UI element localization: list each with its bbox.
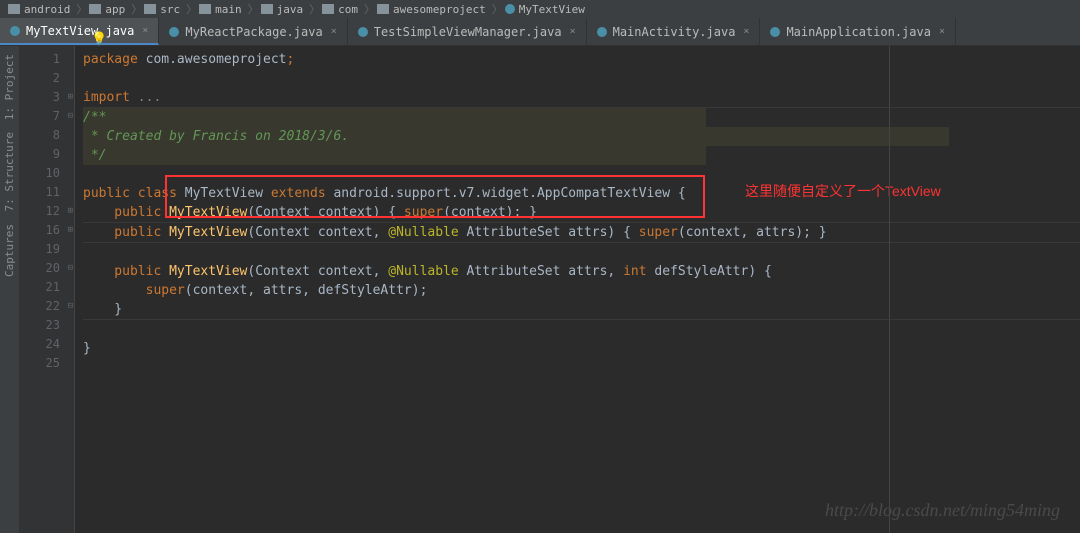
line-number[interactable]: 8 — [20, 126, 74, 145]
tab-label: TestSimpleViewManager.java — [374, 25, 562, 39]
breadcrumb-item[interactable]: java — [261, 3, 304, 16]
line-number[interactable]: 2 — [20, 69, 74, 88]
chevron-right-icon: 〉 — [492, 1, 503, 17]
line-number[interactable]: 22⊟ — [20, 297, 74, 316]
code-line: super(context, attrs, defStyleAttr); — [83, 281, 1080, 300]
breadcrumb-item[interactable]: android — [8, 3, 70, 16]
code-line: * Created by Francis on 2018/3/6. — [83, 127, 1080, 146]
sidebar-tool-structure[interactable]: 7: Structure — [3, 132, 16, 211]
line-number[interactable]: 12⊞ — [20, 202, 74, 221]
tab-testsimpleviewmanager[interactable]: TestSimpleViewManager.java × — [348, 18, 587, 45]
code-line: public MyTextView(Context context, @Null… — [83, 262, 1080, 281]
breadcrumb-item[interactable]: MyTextView — [505, 3, 585, 16]
fold-icon[interactable]: ⊞ — [68, 202, 73, 221]
code-line: } — [83, 300, 1080, 320]
tab-myreactpackage[interactable]: MyReactPackage.java × — [159, 18, 347, 45]
chevron-right-icon: 〉 — [131, 1, 142, 17]
line-number[interactable]: 25 — [20, 354, 74, 373]
close-icon[interactable]: × — [570, 26, 576, 37]
code-line: /** — [83, 108, 1080, 127]
chevron-right-icon: 〉 — [76, 1, 87, 17]
annotation-text: 这里随便自定义了一个TextView — [745, 181, 941, 201]
breadcrumb-item[interactable]: main — [199, 3, 242, 16]
chevron-right-icon: 〉 — [186, 1, 197, 17]
tab-label: MainActivity.java — [613, 25, 736, 39]
close-icon[interactable]: × — [331, 26, 337, 37]
class-icon — [597, 27, 607, 37]
watermark: http://blog.csdn.net/ming54ming — [825, 500, 1060, 521]
chevron-right-icon: 〉 — [309, 1, 320, 17]
breadcrumb-item[interactable]: src — [144, 3, 180, 16]
code-line: */ — [83, 146, 1080, 165]
code-line: public MyTextView(Context context, @Null… — [83, 223, 1080, 243]
folder-icon — [144, 4, 156, 14]
line-number[interactable]: 24 — [20, 335, 74, 354]
editor-tabs: MyTextView.java × MyReactPackage.java × … — [0, 18, 1080, 46]
folder-icon — [199, 4, 211, 14]
line-number[interactable]: 3⊞ — [20, 88, 74, 107]
fold-icon[interactable]: ⊞ — [68, 221, 73, 240]
line-number[interactable]: 20⊟ — [20, 259, 74, 278]
class-icon — [770, 27, 780, 37]
class-icon — [505, 4, 515, 14]
tab-label: MyReactPackage.java — [185, 25, 322, 39]
tab-mainapplication[interactable]: MainApplication.java × — [760, 18, 956, 45]
folder-icon — [377, 4, 389, 14]
code-line: } — [83, 339, 1080, 358]
tab-label: MyTextView.java — [26, 24, 134, 38]
class-icon — [169, 27, 179, 37]
class-icon — [10, 26, 20, 36]
breadcrumb: android 〉 app 〉 src 〉 main 〉 java 〉 com … — [0, 0, 1080, 18]
class-icon — [358, 27, 368, 37]
line-number[interactable]: 1 — [20, 50, 74, 69]
close-icon[interactable]: × — [142, 25, 148, 36]
tab-label: MainApplication.java — [786, 25, 931, 39]
fold-icon[interactable]: ⊟ — [68, 107, 73, 126]
lightbulb-icon[interactable]: 💡 — [91, 32, 107, 47]
close-icon[interactable]: × — [743, 26, 749, 37]
code-line: import ... — [83, 88, 1080, 108]
code-line: public MyTextView(Context context) { sup… — [83, 203, 1080, 223]
chevron-right-icon: 〉 — [248, 1, 259, 17]
chevron-right-icon: 〉 — [364, 1, 375, 17]
fold-icon[interactable]: ⊟ — [68, 297, 73, 316]
folder-icon — [8, 4, 20, 14]
line-number[interactable]: 21 — [20, 278, 74, 297]
line-number[interactable]: 23 — [20, 316, 74, 335]
gutter: 1 2 3⊞ 7⊟ 8 9 10 11 12⊞ 16⊞ 19 20⊟ 21 22… — [20, 46, 75, 533]
line-number[interactable]: 7⊟ — [20, 107, 74, 126]
folder-icon — [261, 4, 273, 14]
code-line — [83, 358, 1080, 377]
line-number[interactable]: 10 — [20, 164, 74, 183]
breadcrumb-item[interactable]: com — [322, 3, 358, 16]
line-number[interactable]: 19 — [20, 240, 74, 259]
folder-icon — [322, 4, 334, 14]
code-line — [83, 320, 1080, 339]
tab-mytextview[interactable]: MyTextView.java × — [0, 18, 159, 45]
folder-icon — [89, 4, 101, 14]
fold-icon[interactable]: ⊟ — [68, 259, 73, 278]
left-tool-sidebar: 1: Project 7: Structure Captures — [0, 46, 20, 533]
code-line — [83, 243, 1080, 262]
sidebar-tool-captures[interactable]: Captures — [3, 224, 16, 277]
breadcrumb-item[interactable]: app — [89, 3, 125, 16]
line-number[interactable]: 16⊞ — [20, 221, 74, 240]
close-icon[interactable]: × — [939, 26, 945, 37]
code-line: package com.awesomeproject; — [83, 50, 1080, 69]
code-line — [83, 69, 1080, 88]
right-margin-line — [889, 46, 890, 533]
tab-mainactivity[interactable]: MainActivity.java × — [587, 18, 761, 45]
breadcrumb-item[interactable]: awesomeproject — [377, 3, 486, 16]
line-number[interactable]: 11 — [20, 183, 74, 202]
fold-icon[interactable]: ⊞ — [68, 88, 73, 107]
line-number[interactable]: 9 — [20, 145, 74, 164]
code-editor[interactable]: 💡 package com.awesomeproject; import ...… — [75, 46, 1080, 533]
sidebar-tool-project[interactable]: 1: Project — [3, 54, 16, 120]
